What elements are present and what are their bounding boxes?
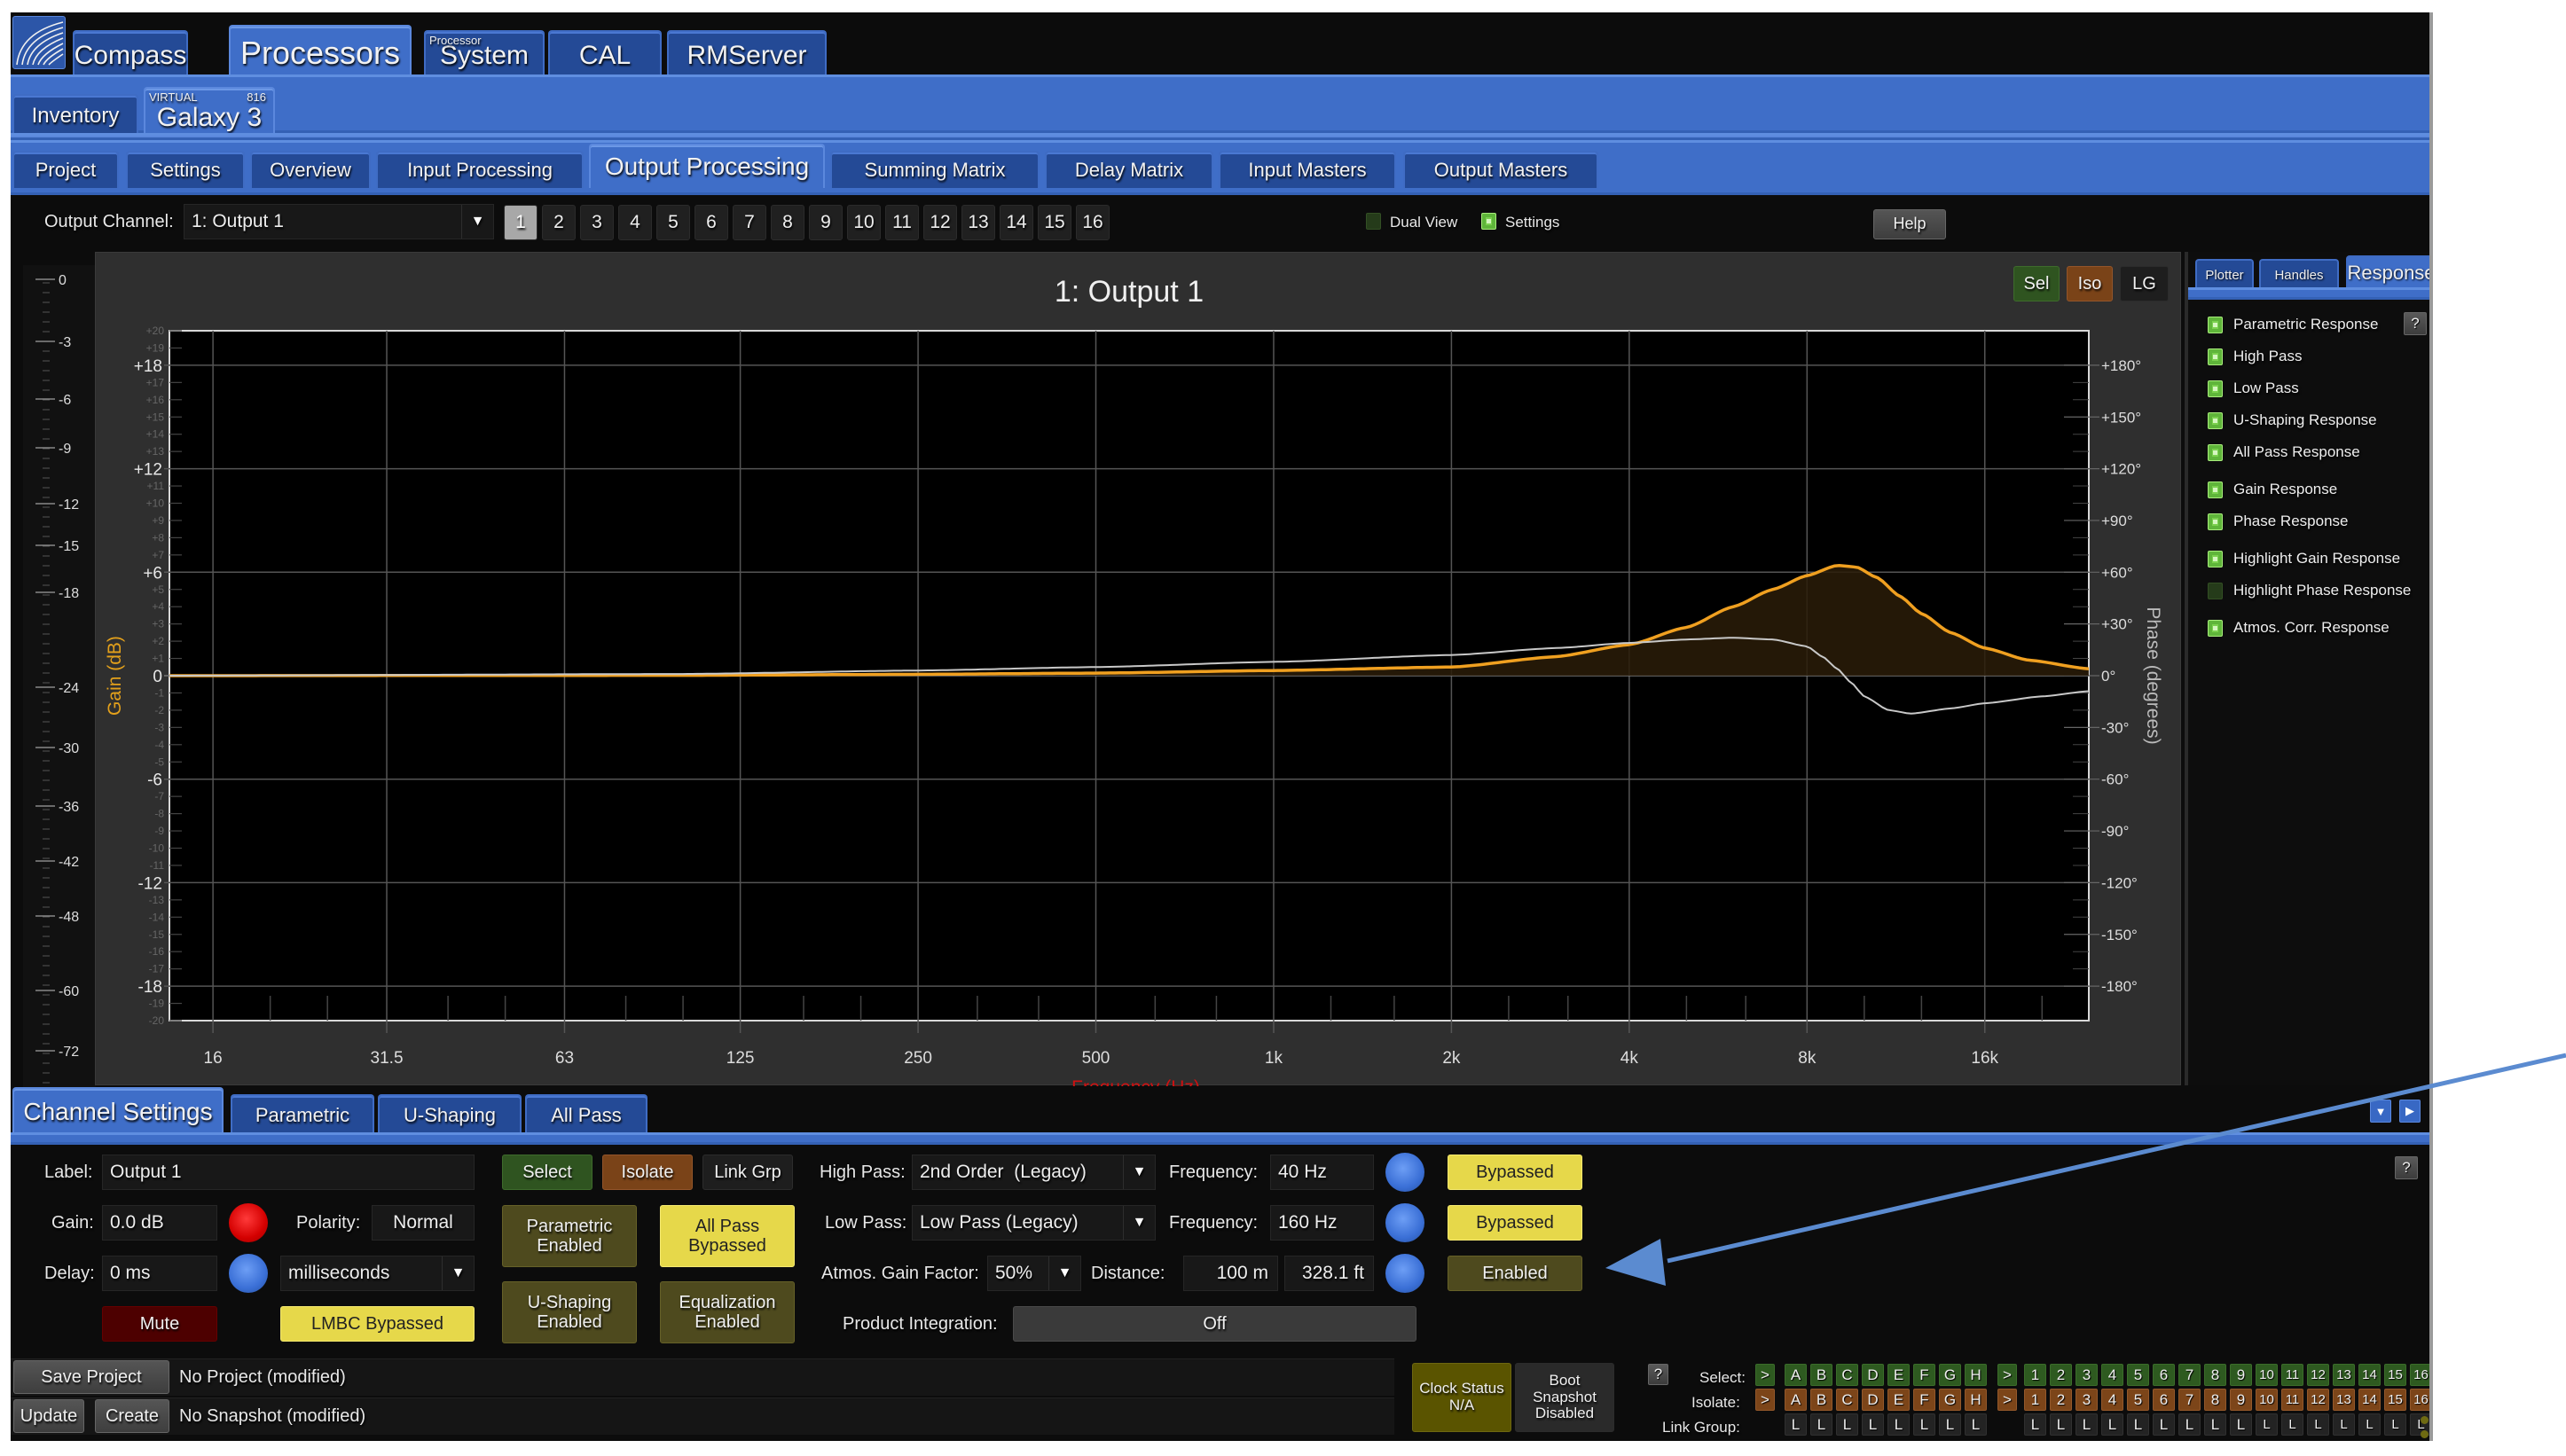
- annotation-arrow: [1605, 1053, 2566, 1286]
